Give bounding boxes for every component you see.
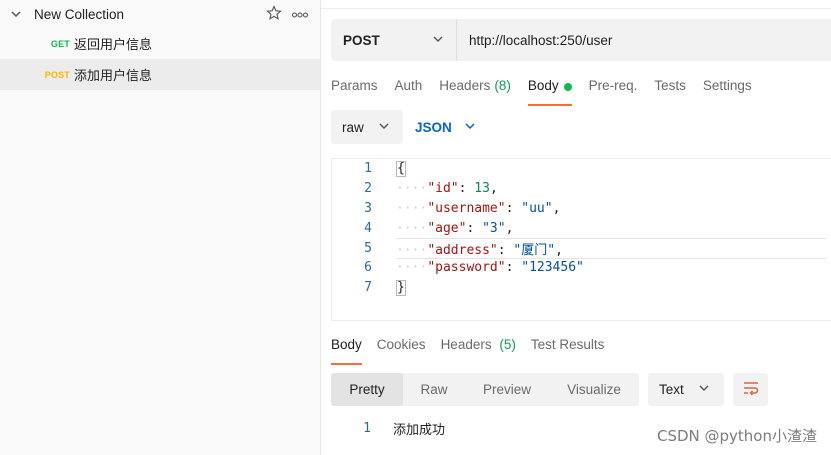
response-format-value: Text	[659, 382, 684, 397]
chevron-down-icon[interactable]	[8, 6, 24, 22]
json-key: "address"	[427, 242, 498, 258]
body-mode-bar: raw JSON	[331, 110, 476, 144]
json-value: "uu"	[521, 200, 553, 216]
headers-count: (8)	[494, 78, 511, 93]
tab-label: Body	[527, 78, 559, 93]
wrap-lines-icon	[742, 380, 760, 399]
view-visualize-button[interactable]: Visualize	[549, 373, 639, 406]
body-indicator-dot	[563, 83, 572, 91]
tab-label: Params	[331, 78, 378, 93]
chevron-down-icon	[378, 120, 390, 135]
request-name: 添加用户信息	[74, 69, 153, 84]
tab-response-body[interactable]: Body	[331, 337, 362, 365]
line-number: 7	[364, 280, 372, 296]
response-toolbar: Pretty Raw Preview Visualize Text	[331, 373, 768, 406]
code-line: 7 }	[332, 278, 831, 298]
tab-auth[interactable]: Auth	[395, 78, 423, 106]
code-line: 4 ····"age": "3",	[332, 218, 831, 238]
view-mode-toggle: Pretty Raw Preview Visualize	[331, 373, 639, 406]
code-line: 6 ····"password": "123456"	[332, 258, 831, 278]
response-body: 1 添加成功	[331, 419, 445, 438]
tab-cookies[interactable]: Cookies	[377, 337, 426, 365]
view-raw-button[interactable]: Raw	[403, 373, 465, 406]
code-line: 3 ····"username": "uu",	[332, 199, 831, 219]
method-select[interactable]: POST	[331, 19, 457, 61]
body-editor[interactable]: 1 { 2 ····"id": 13, 3 ····"username": "u…	[331, 158, 831, 321]
json-comma: ,	[555, 242, 563, 258]
response-tabs: Body Cookies Headers (5) Test Results	[331, 337, 619, 365]
view-preview-button[interactable]: Preview	[465, 373, 549, 406]
json-comma: ,	[552, 200, 561, 216]
json-value: "厦门"	[513, 242, 556, 258]
line-number: 1	[364, 161, 372, 177]
collection-row[interactable]: New Collection	[0, 0, 320, 28]
response-format-select[interactable]: Text	[648, 373, 724, 406]
request-panel: POST http://localhost:250/user Params Au…	[321, 0, 831, 455]
code-text: {	[396, 160, 406, 177]
json-value: "3"	[482, 220, 506, 236]
code-line: 1 {	[332, 159, 831, 179]
json-key: "id"	[427, 181, 459, 197]
chevron-down-icon	[432, 33, 444, 48]
body-mode-value: raw	[342, 119, 364, 135]
json-key: "username"	[427, 200, 506, 216]
method-value: POST	[343, 32, 380, 48]
more-icon[interactable]	[291, 7, 309, 22]
method-badge: POST	[44, 69, 70, 80]
chevron-down-icon	[464, 120, 476, 135]
tab-tests[interactable]: Tests	[654, 78, 686, 106]
code-line: 2 ····"id": 13,	[332, 179, 831, 199]
tab-label: Cookies	[376, 337, 426, 352]
tab-settings[interactable]: Settings	[703, 78, 752, 106]
line-number: 6	[364, 260, 372, 276]
tab-params[interactable]: Params	[331, 78, 378, 106]
tab-label: Test Results	[530, 337, 605, 352]
body-format-value: JSON	[415, 119, 452, 135]
body-mode-select[interactable]: raw	[331, 110, 403, 144]
wrap-lines-button[interactable]	[733, 373, 768, 406]
json-key: "age"	[427, 220, 467, 236]
watermark: CSDN @python小渣渣	[656, 427, 817, 445]
tab-headers[interactable]: Headers (8)	[439, 78, 511, 106]
sidebar: New Collection GET 返回用户信息 POST 添加用户信息	[0, 0, 321, 455]
method-badge: GET	[50, 38, 70, 49]
tab-label: Auth	[394, 78, 423, 93]
collection-name: New Collection	[34, 6, 125, 22]
tab-label: Pre-req.	[588, 78, 638, 93]
star-icon[interactable]	[266, 4, 282, 24]
line-number: 2	[364, 181, 372, 197]
tab-strip	[321, 0, 831, 9]
line-number: 5	[364, 240, 372, 256]
tab-label: Settings	[702, 78, 752, 93]
tab-prereq[interactable]: Pre-req.	[589, 78, 638, 106]
tab-test-results[interactable]: Test Results	[531, 337, 605, 365]
url-bar: POST http://localhost:250/user	[331, 19, 831, 61]
tab-label: Body	[331, 337, 362, 352]
sidebar-request-post[interactable]: POST 添加用户信息	[0, 59, 320, 90]
line-number: 3	[364, 200, 372, 216]
tab-label: Headers	[440, 337, 492, 352]
view-pretty-button[interactable]: Pretty	[331, 373, 403, 406]
response-text: 添加成功	[393, 423, 446, 438]
line-number: 4	[364, 220, 372, 236]
tab-label: Tests	[654, 78, 686, 93]
code-text: }	[396, 279, 406, 296]
line-number: 1	[363, 421, 371, 436]
request-tabs: Params Auth Headers (8) Body Pre-req. Tes…	[331, 78, 769, 106]
tab-label: Headers	[439, 78, 491, 93]
json-key: "password"	[427, 260, 506, 276]
code-line: 5 ····"address": "厦门",	[332, 237, 831, 259]
request-name: 返回用户信息	[74, 38, 153, 53]
tab-response-headers[interactable]: Headers (5)	[441, 337, 516, 365]
json-comma: ,	[489, 181, 498, 197]
tab-body[interactable]: Body	[527, 78, 572, 106]
json-value: "123456"	[521, 260, 584, 276]
url-input[interactable]: http://localhost:250/user	[457, 33, 612, 48]
json-value: 13	[474, 181, 490, 197]
body-format-select[interactable]: JSON	[415, 120, 476, 135]
headers-count: (5)	[499, 337, 516, 352]
sidebar-request-get[interactable]: GET 返回用户信息	[0, 28, 320, 59]
json-comma: ,	[505, 220, 514, 236]
chevron-down-icon	[698, 382, 710, 397]
